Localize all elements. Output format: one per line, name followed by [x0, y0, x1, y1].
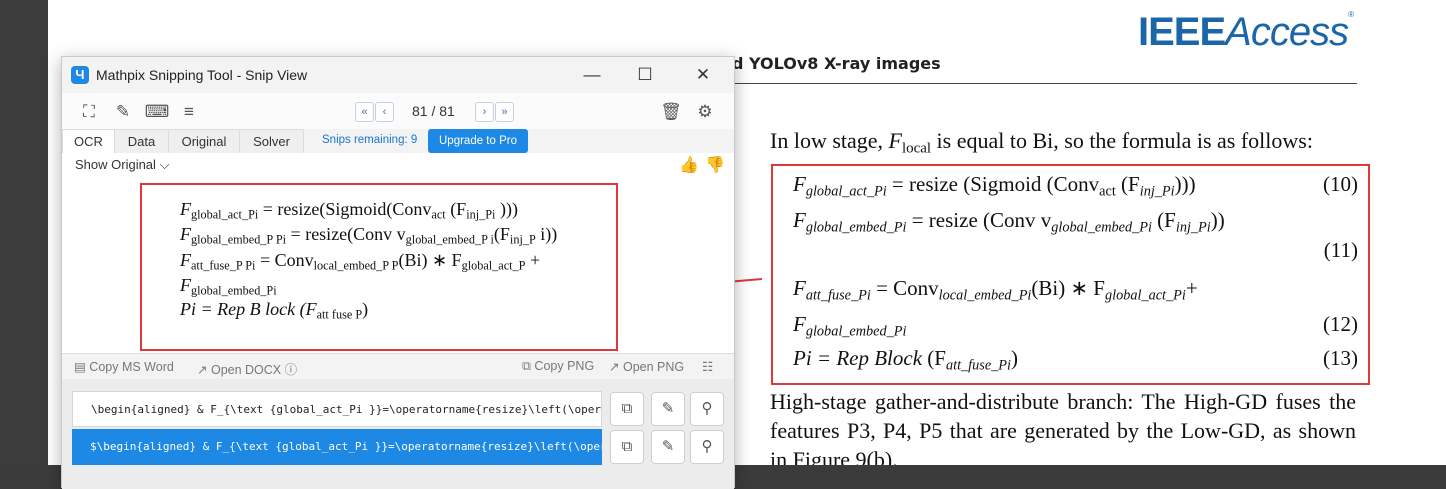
latex-row-selected[interactable]: $\begin{aligned} & F_{\text {global_act_…	[72, 429, 602, 465]
chevron-down-icon: ⌵	[159, 157, 170, 172]
keyboard-icon[interactable]: ⌨	[144, 101, 170, 123]
external-link-icon: ↗	[609, 360, 620, 374]
math-line-4: Fglobal_embed_Pi	[180, 275, 277, 298]
action-bar: ▤ Copy MS Word ↗ Open DOCX ⓘ ⧉ Copy PNG …	[62, 353, 734, 380]
crop-icon[interactable]: ⛶	[78, 101, 100, 123]
tab-solver[interactable]: Solver	[239, 129, 304, 153]
next-page-button[interactable]: ›	[475, 102, 494, 122]
toolbar: ⛶ ✎ ⌨ ≡ « ‹ 81 / 81 › » 🗑 ⚙	[62, 93, 734, 129]
math-line-2: Fglobal_embed_P Pi = resize(Conv vglobal…	[180, 224, 558, 247]
search-icon[interactable]: ⚲	[690, 430, 724, 464]
open-png-button[interactable]: ↗ Open PNG	[609, 359, 684, 374]
copy-icon: ⧉	[522, 359, 531, 373]
mathpix-window: Ч Mathpix Snipping Tool - Snip View — ☐ …	[61, 56, 735, 489]
show-original-toggle[interactable]: Show Original ⌵	[75, 157, 169, 173]
tab-bar: OCR Data Original Solver Snips remaining…	[62, 129, 734, 154]
upgrade-button[interactable]: Upgrade to Pro	[428, 129, 528, 153]
edit-icon[interactable]: ✎	[651, 392, 685, 426]
tab-data[interactable]: Data	[114, 129, 169, 153]
ocr-highlight-box: Fglobal_act_Pi = resize(Sigmoid(Convact …	[140, 183, 618, 351]
mathpix-logo-icon: Ч	[71, 66, 89, 84]
copy-ms-word-button[interactable]: ▤ Copy MS Word	[74, 359, 174, 374]
thumbs-down-icon[interactable]: 👎	[705, 155, 725, 175]
prev-page-button[interactable]: ‹	[375, 102, 394, 122]
thumbs-up-icon[interactable]: 👍	[679, 155, 699, 175]
search-icon[interactable]: ⚲	[690, 392, 724, 426]
copy-icon[interactable]: ⧉	[610, 392, 644, 426]
word-icon: ▤	[74, 360, 86, 374]
latex-row[interactable]: \begin{aligned} & F_{\text {global_act_P…	[72, 391, 602, 427]
external-link-icon: ↗	[197, 363, 208, 377]
page-counter: 81 / 81	[412, 103, 455, 119]
tab-original[interactable]: Original	[168, 129, 240, 153]
edit-icon[interactable]: ✎	[651, 430, 685, 464]
copy-png-button[interactable]: ⧉ Copy PNG	[522, 359, 594, 374]
gear-icon[interactable]: ⚙	[694, 101, 716, 123]
last-page-button[interactable]: »	[495, 102, 514, 122]
pen-icon[interactable]: ✎	[112, 101, 134, 123]
tab-ocr[interactable]: OCR	[62, 129, 115, 153]
help-icon[interactable]: ⓘ	[285, 363, 298, 377]
sliders-icon[interactable]: ☷	[702, 359, 713, 374]
trash-icon[interactable]: 🗑	[660, 101, 682, 123]
first-page-button[interactable]: «	[355, 102, 374, 122]
math-line-1: Fglobal_act_Pi = resize(Sigmoid(Convact …	[180, 199, 518, 222]
window-title: Mathpix Snipping Tool - Snip View	[96, 67, 308, 83]
minimize-button[interactable]: —	[569, 61, 615, 89]
math-line-3: Fatt_fuse_P Pi = Convlocal_embed_P P(Bi)…	[180, 250, 541, 273]
latex-output-list: \begin{aligned} & F_{\text {global_act_P…	[62, 379, 734, 489]
title-bar: Ч Mathpix Snipping Tool - Snip View — ☐ …	[62, 57, 734, 93]
open-docx-button[interactable]: ↗ Open DOCX ⓘ	[197, 359, 297, 378]
ocr-result-panel: Show Original ⌵ 👍 👎 Fglobal_act_Pi = res…	[62, 153, 734, 353]
copy-icon[interactable]: ⧉	[610, 430, 644, 464]
lines-icon[interactable]: ≡	[178, 101, 200, 123]
snips-remaining: Snips remaining: 9	[322, 134, 418, 146]
maximize-button[interactable]: ☐	[622, 61, 668, 89]
close-button[interactable]: ✕	[680, 61, 726, 89]
math-line-5: Pi = Rep B lock (Fatt fuse P)	[180, 299, 369, 322]
